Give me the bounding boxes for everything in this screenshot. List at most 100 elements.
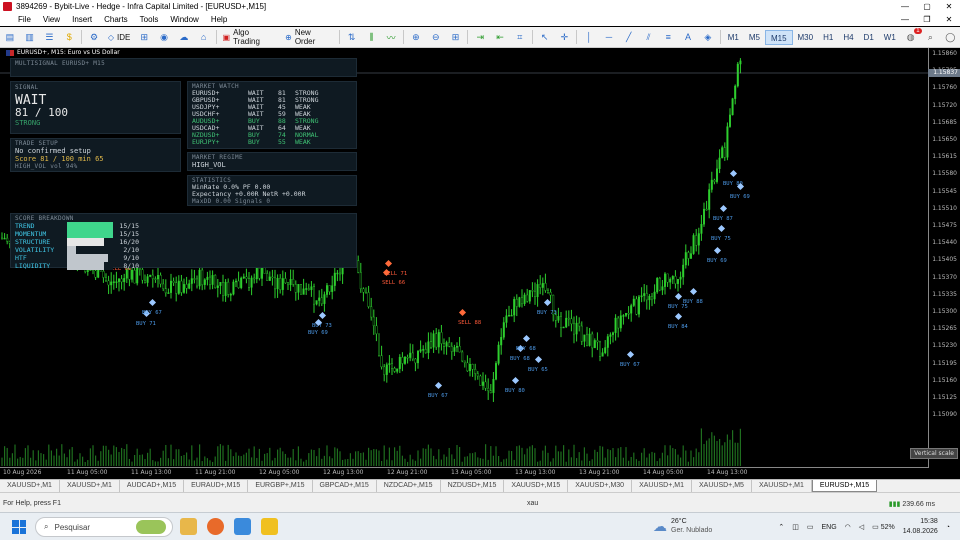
vertical-scale-button[interactable]: Vertical scale [910,448,958,459]
maximize-button[interactable]: ▢ [916,2,938,11]
data-window-icon[interactable]: ⊞ [137,31,151,43]
weather-widget[interactable]: ☁ 26°C Ger. Nublado [653,517,712,535]
strategy-tester-icon[interactable]: ⚙ [87,31,101,43]
chart-tab[interactable]: XAUUSD+,M1 [0,480,60,492]
timeframe-m30[interactable]: M30 [793,30,819,45]
ide-button[interactable]: ◇ IDE [104,33,135,42]
doc-restore-button[interactable]: ❐ [916,15,938,24]
menu-insert[interactable]: Insert [66,15,98,24]
firefox-icon[interactable] [207,518,224,535]
meet-icon[interactable]: ◫ [792,523,799,531]
volume-icon[interactable]: ◁ [859,523,864,531]
network-status[interactable]: ▮▮▮ 239.66 ms [889,500,935,508]
auto-scroll-icon[interactable]: ⇥ [473,31,487,43]
market-watch-icon[interactable]: ☰ [43,31,57,43]
notifications-bell-icon[interactable]: ◔ [946,524,950,531]
chart-area[interactable]: EURUSD+, M15: Euro vs US Dollar SELL 68 B… [0,48,960,468]
chart-tab[interactable]: AUDCAD+,M15 [120,480,185,492]
chart-tab[interactable]: XAUUSD+,M1 [632,480,692,492]
timeframe-m5[interactable]: M5 [744,30,765,45]
market-icon[interactable]: ⌂ [197,31,211,43]
chart-tab[interactable]: XAUUSD+,M1 [752,480,812,492]
chart-tab[interactable]: NZDUSD+,M15 [441,480,505,492]
vertical-line-icon[interactable]: │ [582,31,596,43]
start-button[interactable] [12,520,26,534]
chevron-up-icon[interactable]: ⌃ [778,523,784,531]
vps-icon[interactable]: ☁ [177,31,191,43]
account-icon[interactable]: ◯ [943,31,957,43]
horizontal-line-icon[interactable]: ─ [602,31,616,43]
menu-charts[interactable]: Charts [98,15,134,24]
chart-tab[interactable]: XAUUSD+,M15 [504,480,569,492]
menu-view[interactable]: View [37,15,66,24]
volume-bar [383,445,385,466]
chart-tab[interactable]: NZDCAD+,M15 [377,480,441,492]
timeframe-w1[interactable]: W1 [879,30,901,45]
price-scale[interactable]: 1.158601.157951.157601.157201.156851.156… [928,48,960,468]
fibonacci-icon[interactable]: ≡ [661,31,675,43]
chart-tab[interactable]: XAUUSD+,M1 [60,480,120,492]
chart-tab[interactable]: GBPCAD+,M15 [313,480,377,492]
candle-body [570,318,573,325]
timeframe-h1[interactable]: H1 [818,30,838,45]
profiles-icon[interactable]: ▥ [23,31,37,43]
doc-minimize-button[interactable]: — [894,15,916,24]
battery-indicator[interactable]: ▭ 52% [872,523,895,531]
bar-chart-icon[interactable]: ⫼ [365,31,379,43]
candle-body [710,179,713,190]
volume-bar [677,454,679,466]
candle-body [700,224,703,234]
equidistant-channel-icon[interactable]: ⫽ [642,31,656,43]
cursor-icon[interactable]: ↖ [538,31,552,43]
timeframe-h4[interactable]: H4 [838,30,858,45]
metatrader-icon[interactable] [234,518,251,535]
crosshair-icon[interactable]: ✛ [557,31,571,43]
line-chart-icon[interactable]: 〰 [384,31,398,43]
doc-close-button[interactable]: ✕ [938,15,960,24]
menu-help[interactable]: Help [205,15,233,24]
chart-shift-icon[interactable]: ⇤ [493,31,507,43]
search-icon[interactable]: ⌕ [924,31,938,43]
trend-line-icon[interactable]: ╱ [622,31,636,43]
clock[interactable]: 15:38 14.08.2026 [903,517,938,537]
menu-window[interactable]: Window [164,15,204,24]
file-explorer-icon[interactable] [180,518,197,535]
indicators-icon[interactable]: ⌗ [513,31,527,43]
price-level-label: 1.15475 [932,222,957,229]
minimize-button[interactable]: — [894,2,916,11]
timeframe-m1[interactable]: M1 [723,30,744,45]
taskbar-search[interactable]: ⌕ Pesquisar [35,517,173,537]
volume-bar [180,455,182,466]
volume-bar [472,453,474,466]
text-icon[interactable]: A [681,31,695,43]
chart-tab[interactable]: EURGBP+,M15 [248,480,313,492]
shapes-icon[interactable]: ◈ [701,31,715,43]
chart-tab[interactable]: XAUUSD+,M5 [692,480,752,492]
algo-trading-button[interactable]: ▣ Algo Trading [219,28,282,46]
chart-tab[interactable]: EURUSD+,M15 [811,480,878,492]
language-indicator[interactable]: ENG [821,524,836,531]
zoom-out-icon[interactable]: ⊖ [429,31,443,43]
zoom-in-icon[interactable]: ⊕ [409,31,423,43]
candle-body [313,286,316,305]
notifications-icon[interactable]: ◍ 1 [904,28,922,43]
menu-file[interactable]: File [0,15,37,24]
chart-tab[interactable]: XAUUSD+,M30 [568,480,633,492]
signals-icon[interactable]: ◉ [157,31,171,43]
monitor-icon[interactable]: ▭ [807,523,814,531]
candle-body [648,296,651,301]
new-chart-icon[interactable]: ▤ [3,31,17,43]
timeframe-m15[interactable]: M15 [764,29,793,45]
time-scale[interactable]: 10 Aug 2026 11 Aug 05:00 11 Aug 13:00 11 Au… [0,467,928,479]
new-order-button[interactable]: ⊕ New Order [281,28,337,46]
close-button[interactable]: ✕ [938,2,960,11]
volume-bar [388,447,390,466]
timeframe-d1[interactable]: D1 [859,30,879,45]
chart-tab[interactable]: EURAUD+,M15 [184,480,249,492]
tile-windows-icon[interactable]: ⊞ [449,31,463,43]
one-click-trading-icon[interactable]: ⇅ [345,31,359,43]
menu-tools[interactable]: Tools [134,15,165,24]
wallet-icon[interactable]: $ [62,31,76,43]
store-icon[interactable] [261,518,278,535]
wifi-icon[interactable]: ◠ [845,523,851,531]
